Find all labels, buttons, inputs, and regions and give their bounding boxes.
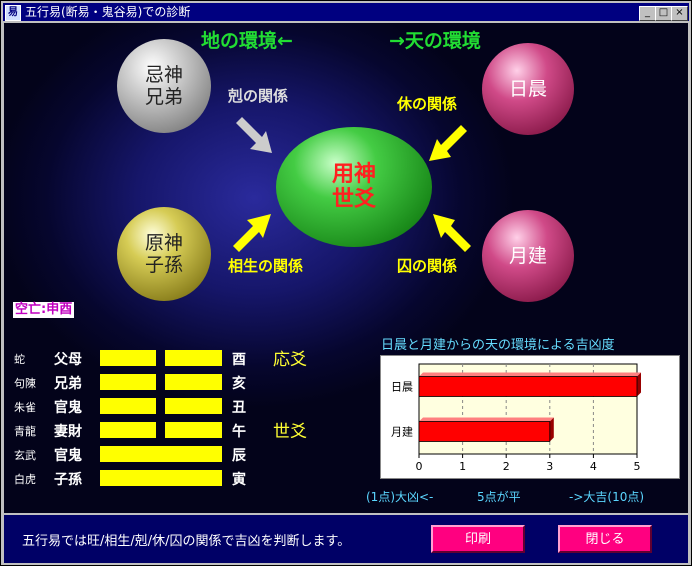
- print-button[interactable]: 印刷: [431, 525, 525, 553]
- main-window: 易 五行易(断易・鬼谷易)での診断 _ □ × 地の環境← →天の環境 忌神 兄弟…: [0, 0, 692, 566]
- use-god-sphere: 用神 世爻: [276, 127, 432, 247]
- hexagram-line-row: 玄武 官鬼 辰: [4, 445, 334, 464]
- generate-relation-label: 相生の関係: [228, 257, 304, 275]
- x-tick-label: 3: [546, 460, 553, 473]
- title-bar[interactable]: 易 五行易(断易・鬼谷易)での診断 _ □ ×: [3, 3, 689, 21]
- month-sphere: 月建: [482, 210, 574, 302]
- avoid-god-relation: 兄弟: [144, 86, 183, 108]
- x-tick-label: 5: [634, 460, 641, 473]
- fortune-chart: 0 1 2 3 4 5 日晨月建: [380, 355, 680, 479]
- yin-line-bar-left: [100, 398, 156, 414]
- earthly-branch-label: 午: [232, 424, 246, 440]
- hexagram-line-row: 蛇 父母 酉 応爻: [4, 349, 334, 370]
- yin-line-bar-right: [165, 398, 222, 414]
- hexagram-line-row: 白虎 子孫 寅: [4, 469, 334, 488]
- y-category-label: 月建: [391, 425, 413, 439]
- status-text: 五行易では旺/相生/剋/休/囚の関係で吉凶を判断します。: [22, 534, 351, 549]
- six-god-label: 句陳: [14, 377, 36, 390]
- x-tick-label: 1: [459, 460, 466, 473]
- heaven-environment-header: →天の環境: [389, 30, 481, 52]
- close-button[interactable]: 閉じる: [558, 525, 652, 553]
- hexagram-line-row: 朱雀 官鬼 丑: [4, 397, 334, 416]
- earthly-branch-label: 辰: [232, 448, 246, 464]
- y-category-label: 日晨: [391, 381, 413, 394]
- earthly-branch-label: 亥: [232, 376, 246, 392]
- six-god-label: 朱雀: [14, 401, 36, 414]
- x-tick-label: 4: [590, 460, 597, 473]
- generate-arrow-icon: [233, 214, 271, 252]
- bar-top-face: [419, 417, 554, 422]
- chart-title: 日晨と月建からの天の環境による吉凶度: [381, 338, 615, 353]
- bar: [418, 421, 551, 442]
- void-branches-label: 空亡:申酉: [13, 302, 75, 318]
- line-mark-label: 世爻: [273, 422, 307, 442]
- earthly-branch-label: 寅: [232, 472, 246, 488]
- yin-line-bar-left: [100, 350, 156, 366]
- source-god-label: 原神: [144, 232, 183, 254]
- six-relation-label: 父母: [54, 352, 82, 368]
- clash-relation-label: 剋の関係: [228, 87, 289, 105]
- minimize-button[interactable]: _: [639, 6, 656, 21]
- month-label: 月建: [508, 245, 547, 267]
- six-relation-label: 官鬼: [54, 400, 82, 416]
- diagnosis-panel: 地の環境← →天の環境 忌神 兄弟 原神 子孫 日晨 月建 用神 世爻 剋の関係 休の…: [4, 23, 688, 513]
- scale-right-label: ->大吉(10点): [569, 490, 645, 504]
- x-tick-label: 2: [503, 460, 510, 473]
- bar-side-face: [637, 372, 641, 397]
- fortune-chart-svg: 0 1 2 3 4 5 日晨月建: [391, 363, 641, 473]
- yin-line-bar-left: [100, 374, 156, 390]
- earth-environment-header: 地の環境←: [201, 30, 293, 52]
- yang-line-bar: [100, 446, 222, 462]
- six-relation-label: 兄弟: [54, 376, 82, 392]
- earthly-branch-label: 酉: [232, 352, 246, 368]
- six-relation-label: 妻財: [54, 424, 82, 440]
- source-god-sphere: 原神 子孫: [117, 207, 211, 301]
- six-god-label: 青龍: [14, 425, 36, 438]
- prison-relation-label: 囚の関係: [397, 257, 458, 275]
- yin-line-bar-left: [100, 422, 156, 438]
- source-god-relation: 子孫: [144, 254, 183, 276]
- six-god-label: 蛇: [14, 353, 25, 366]
- six-god-label: 玄武: [14, 449, 36, 462]
- x-tick-label: 0: [416, 460, 423, 473]
- line-mark-label: 応爻: [273, 350, 307, 370]
- bar: [418, 376, 638, 397]
- yin-line-bar-right: [165, 422, 222, 438]
- hexagram-line-row: 青龍 妻財 午 世爻: [4, 421, 334, 442]
- clash-arrow-icon: [236, 117, 272, 153]
- bar-top-face: [419, 372, 641, 377]
- yin-line-bar-right: [165, 374, 222, 390]
- prison-arrow-icon: [433, 214, 471, 252]
- scale-mid-label: 5点が平: [477, 490, 521, 504]
- close-window-button[interactable]: ×: [671, 6, 688, 21]
- avoid-god-sphere: 忌神 兄弟: [117, 39, 211, 133]
- bar-side-face: [549, 417, 554, 442]
- six-relation-label: 子孫: [54, 472, 82, 488]
- rest-arrow-icon: [429, 125, 467, 161]
- hexagram-line-row: 句陳 兄弟 亥: [4, 373, 334, 392]
- rest-relation-label: 休の関係: [397, 95, 458, 113]
- status-bar: 五行易では旺/相生/剋/休/囚の関係で吉凶を判断します。 印刷 閉じる: [4, 515, 688, 563]
- day-label: 日晨: [508, 78, 547, 100]
- earthly-branch-label: 丑: [232, 400, 246, 416]
- yin-line-bar-right: [165, 350, 222, 366]
- use-god-label: 用神: [331, 162, 376, 187]
- window-title: 五行易(断易・鬼谷易)での診断: [25, 5, 191, 19]
- yang-line-bar: [100, 470, 222, 486]
- app-icon: 易: [5, 5, 21, 21]
- day-sphere: 日晨: [482, 43, 574, 135]
- maximize-button[interactable]: □: [655, 6, 672, 21]
- six-relation-label: 官鬼: [54, 448, 82, 464]
- scale-left-label: (1点)大凶<-: [366, 490, 434, 504]
- six-god-label: 白虎: [14, 473, 36, 486]
- self-line-label: 世爻: [331, 187, 376, 212]
- avoid-god-label: 忌神: [144, 64, 183, 86]
